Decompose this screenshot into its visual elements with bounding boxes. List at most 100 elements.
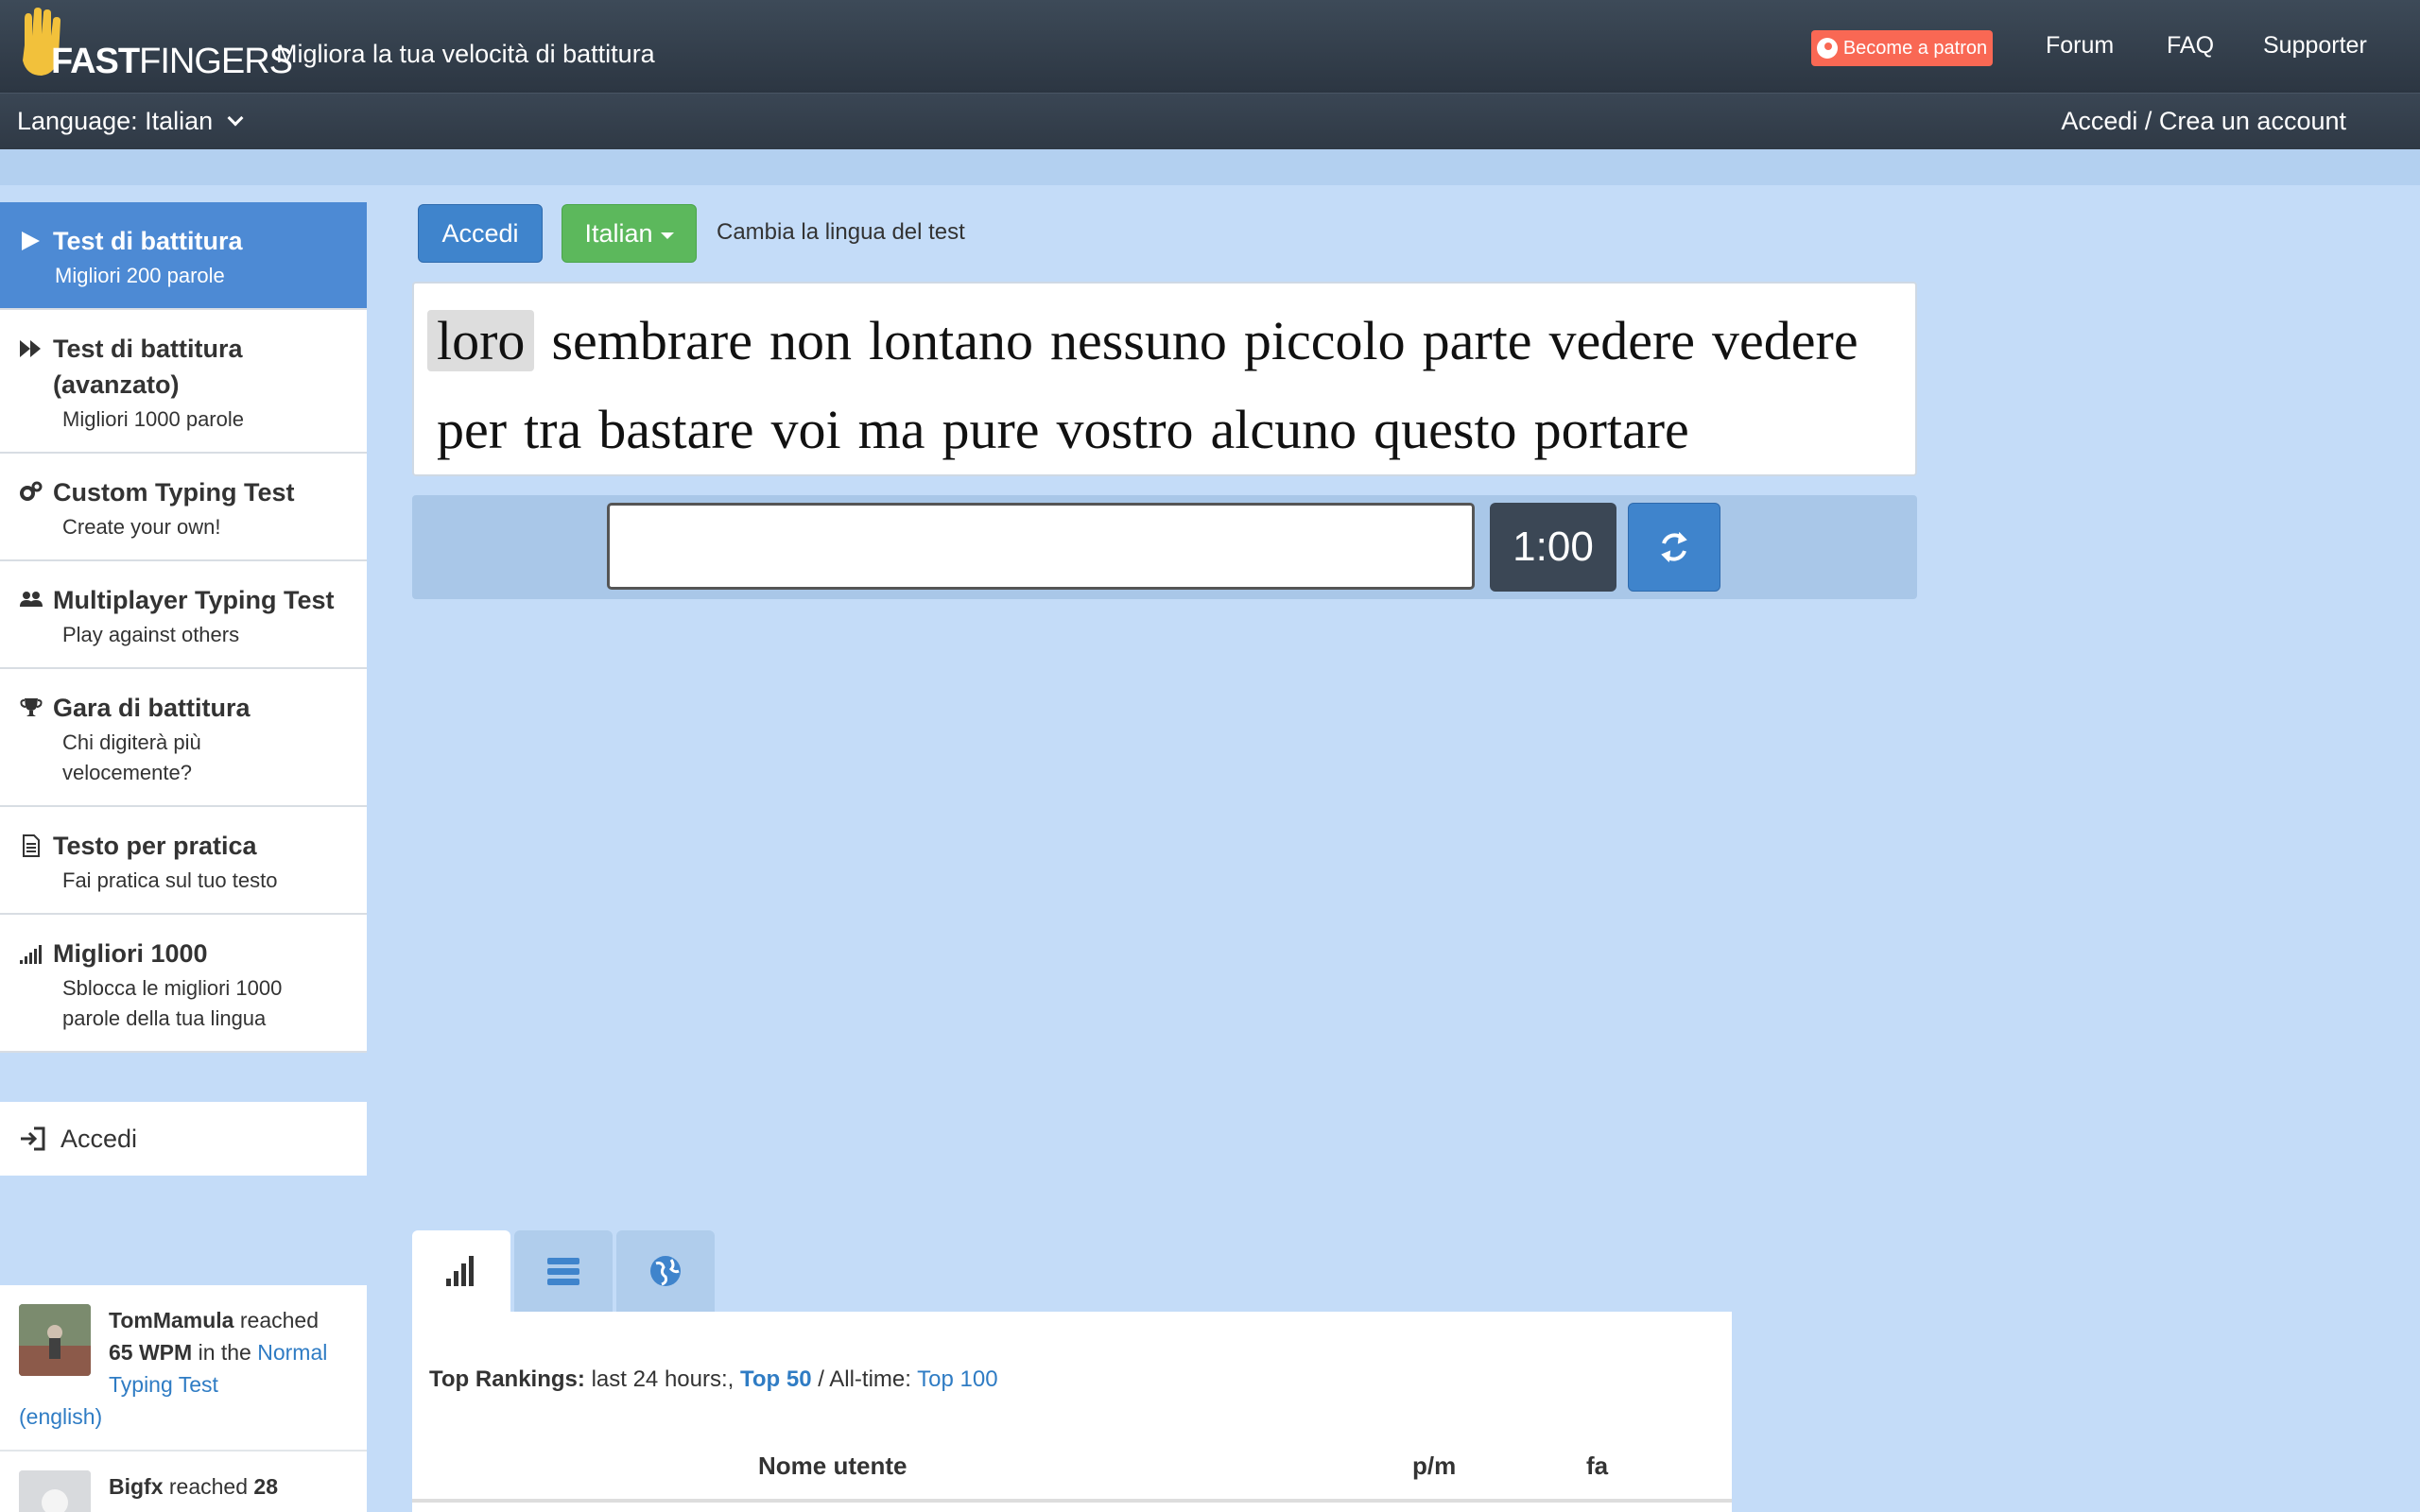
word: pure <box>942 399 1040 460</box>
sidebar-item-subtitle: Play against others <box>62 623 240 646</box>
feed-username[interactable]: Bigfx <box>109 1474 164 1499</box>
globe-icon <box>650 1256 681 1286</box>
document-icon <box>23 834 40 857</box>
sidebar-item-typing-test[interactable]: Test di battitura Migliori 200 parole <box>0 202 367 310</box>
login-signup-link[interactable]: Accedi / Crea un account <box>2061 107 2346 136</box>
top-navbar: FASTFINGERS Migliora la tua velocità di … <box>0 0 2420 93</box>
word: alcuno <box>1210 399 1357 460</box>
tab-rankings[interactable] <box>412 1230 510 1312</box>
typing-input[interactable] <box>607 503 1475 590</box>
word: vostro <box>1056 399 1194 460</box>
rankings-last24: last 24 hours:, <box>591 1366 735 1392</box>
nav-faq[interactable]: FAQ <box>2167 32 2214 60</box>
feed-wpm: 65 WPM <box>109 1340 193 1365</box>
change-language-text: Cambia la lingua del test <box>717 219 965 245</box>
sidebar-item-title: Test di battitura <box>53 227 243 255</box>
feed-item: TomMamula reached 65 WPM in the Normal T… <box>0 1285 367 1452</box>
word: ma <box>857 399 925 460</box>
word: lontano <box>868 310 1033 371</box>
word-line-1: loro sembrare non lontano nessuno piccolo part… <box>427 297 1896 386</box>
play-icon <box>22 232 40 250</box>
word: non <box>769 310 852 371</box>
timer-display: 1:00 <box>1490 503 1616 592</box>
feed-reached-text: reached <box>239 1308 319 1332</box>
sidebar-menu: Test di battitura Migliori 200 parole Te… <box>0 202 367 1053</box>
word-display: loro sembrare non lontano nessuno piccolo part… <box>412 282 1917 476</box>
word: voi <box>770 399 841 460</box>
sidebar-item-advanced-test[interactable]: Test di battitura (avanzato) Migliori 10… <box>0 310 367 454</box>
chevron-down-icon <box>227 110 244 126</box>
table-divider <box>412 1499 1732 1503</box>
sidebar-item-subtitle: Migliori 1000 parole <box>62 407 244 431</box>
column-username: Nome utente <box>758 1452 908 1480</box>
rankings-panel: Top Rankings: last 24 hours:, Top 50 / A… <box>412 1312 1732 1512</box>
sidebar-item-title: Testo per pratica <box>53 832 257 860</box>
sidebar-item-multiplayer[interactable]: Multiplayer Typing Test Play against oth… <box>0 561 367 669</box>
tab-global[interactable] <box>616 1230 715 1312</box>
sign-in-icon <box>21 1126 45 1151</box>
sidebar-item-title: Gara di battitura <box>53 694 251 722</box>
language-button[interactable]: Italian <box>562 204 697 263</box>
fastfingers-logo[interactable]: FASTFINGERS <box>17 8 293 81</box>
sidebar-item-subtitle: Create your own! <box>62 515 221 539</box>
sidebar-item-subtitle: Chi digiterà più velocemente? <box>62 730 201 784</box>
sidebar-item-typing-race[interactable]: Gara di battitura Chi digiterà più veloc… <box>0 669 367 807</box>
sidebar-item-title: Migliori 1000 <box>53 939 208 968</box>
sidebar-login-button[interactable]: Accedi <box>0 1102 367 1176</box>
gears-icon <box>20 481 43 501</box>
top-100-link[interactable]: Top 100 <box>917 1366 997 1392</box>
top-50-link[interactable]: Top 50 <box>740 1366 812 1392</box>
word: vedere <box>1712 310 1858 371</box>
header-strip <box>0 149 2420 185</box>
logo-text-light: FINGERS <box>139 42 293 81</box>
nav-supporter[interactable]: Supporter <box>2263 32 2367 60</box>
logo-text-bold: FAST <box>51 42 140 81</box>
sidebar-item-custom-test[interactable]: Custom Typing Test Create your own! <box>0 454 367 561</box>
sidebar-login-label: Accedi <box>60 1124 138 1153</box>
language-button-label: Italian <box>584 218 653 248</box>
signal-icon <box>20 945 42 964</box>
caret-down-icon <box>660 232 674 239</box>
patron-label: Become a patron <box>1842 37 1988 59</box>
feed-item: Bigfx reached 28 <box>0 1452 367 1512</box>
sidebar-item-subtitle: Sblocca le migliori 1000 parole della tu… <box>62 976 283 1030</box>
feed-reached-text: reached <box>168 1474 249 1499</box>
login-button[interactable]: Accedi <box>418 204 543 263</box>
users-icon <box>20 592 43 607</box>
avatar[interactable] <box>19 1470 91 1512</box>
nav-forum[interactable]: Forum <box>2046 32 2114 60</box>
feed-language-link[interactable]: (english) <box>19 1400 348 1433</box>
word: sembrare <box>551 310 752 371</box>
site-tagline: Migliora la tua velocità di battitura <box>276 40 655 68</box>
word: vedere <box>1548 310 1696 371</box>
sidebar-item-title: Multiplayer Typing Test <box>53 586 335 614</box>
rankings-header: Top Rankings: last 24 hours:, Top 50 / A… <box>429 1366 998 1393</box>
trophy-icon <box>20 698 43 716</box>
word: per <box>437 399 508 460</box>
become-patron-button[interactable]: Become a patron <box>1811 30 1993 66</box>
language-label: Language: Italian <box>17 107 214 135</box>
refresh-icon <box>1661 531 1687 563</box>
activity-feed: TomMamula reached 65 WPM in the Normal T… <box>0 1285 367 1512</box>
feed-wpm: 28 <box>253 1474 278 1499</box>
column-wpm: p/m <box>1412 1452 1457 1480</box>
sidebar-item-practice-text[interactable]: Testo per pratica Fai pratica sul tuo te… <box>0 807 367 915</box>
sidebar-item-subtitle: Migliori 200 parole <box>55 264 225 287</box>
sidebar-item-title: Test di battitura (avanzato) <box>53 335 243 399</box>
typing-row: 1:00 <box>412 495 1917 599</box>
rankings-label: Top Rankings: <box>429 1366 585 1392</box>
sidebar-item-top-1000[interactable]: Migliori 1000 Sblocca le migliori 1000 p… <box>0 915 367 1053</box>
language-bar: Language: Italian Accedi / Crea un accou… <box>0 93 2420 149</box>
tab-list[interactable] <box>514 1230 613 1312</box>
language-dropdown[interactable]: Language: Italian <box>17 107 244 136</box>
word: piccolo <box>1243 310 1406 371</box>
word: nessuno <box>1049 310 1227 371</box>
bar-chart-icon <box>446 1256 474 1286</box>
word: parte <box>1422 310 1532 371</box>
feed-in-the-text: in the <box>198 1340 251 1365</box>
feed-username[interactable]: TomMamula <box>109 1308 233 1332</box>
restart-button[interactable] <box>1628 503 1720 592</box>
sidebar-item-subtitle: Fai pratica sul tuo testo <box>62 868 278 892</box>
avatar[interactable] <box>19 1304 91 1376</box>
word: questo <box>1374 399 1517 460</box>
